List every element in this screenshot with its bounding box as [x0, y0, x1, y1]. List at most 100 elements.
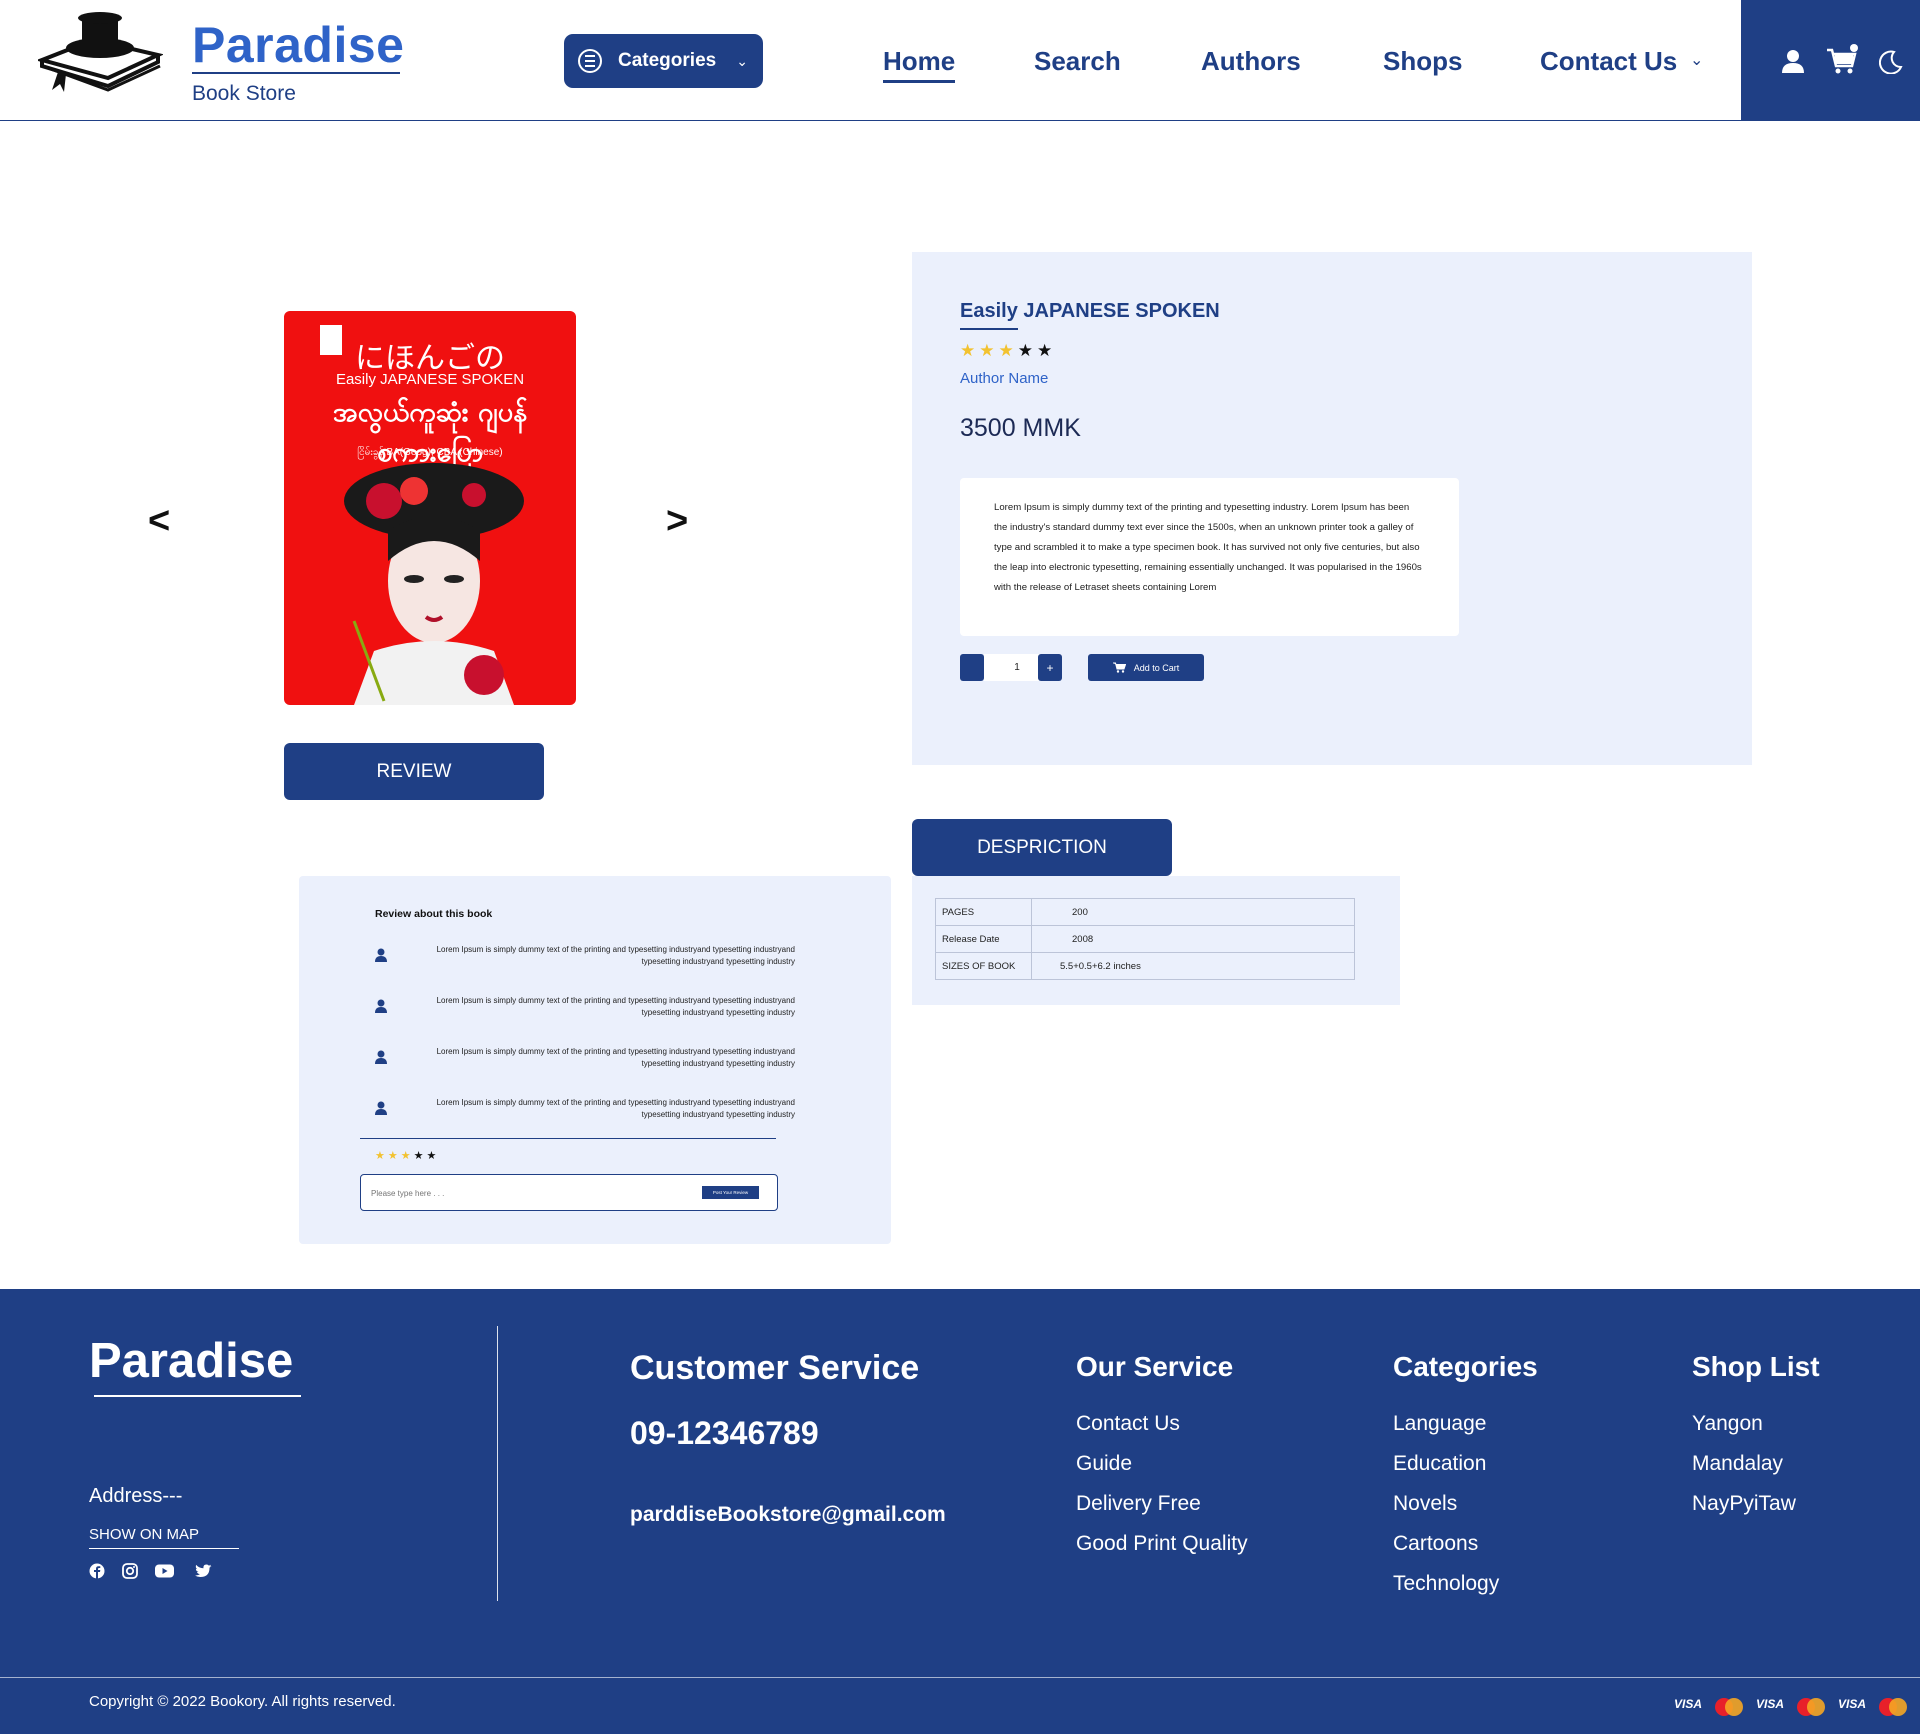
footer-bottom-divider: [0, 1677, 1920, 1678]
user-icon: [375, 948, 387, 962]
footer-link-cartoons[interactable]: Cartoons: [1393, 1529, 1499, 1569]
prev-arrow-icon[interactable]: <: [148, 500, 170, 543]
email-address[interactable]: parddiseBookstore@gmail.com: [630, 1503, 946, 1527]
user-icon: [375, 999, 387, 1013]
specs-panel: PAGES 200 Release Date 2008 SIZES OF BOO…: [912, 876, 1400, 1005]
map-link-underline: [89, 1548, 239, 1549]
star-filled-icon[interactable]: ★: [960, 342, 975, 359]
brand-name[interactable]: Paradise: [192, 16, 404, 74]
footer-address: Address---: [89, 1485, 183, 1507]
shop-list: Yangon Mandalay NayPyiTaw: [1692, 1409, 1796, 1529]
description-tab-button[interactable]: DESPRICTION: [912, 819, 1172, 876]
quantity-increment-button[interactable]: +: [1038, 654, 1062, 681]
spec-value: 5.5+0.5+6.2 inches: [1031, 952, 1355, 980]
visa-icon: VISA: [1674, 1697, 1703, 1711]
star-filled-icon[interactable]: ★: [979, 342, 994, 359]
footer-link-novels[interactable]: Novels: [1393, 1489, 1499, 1529]
product-rating-stars[interactable]: ★ ★ ★ ★ ★: [960, 342, 1052, 359]
nav-shops[interactable]: Shops: [1383, 46, 1462, 77]
book-cover-image: にほんごの Easily JAPANESE SPOKEN အလွယ်ကူဆုံး…: [284, 311, 576, 705]
site-footer: Paradise Address--- SHOW ON MAP Customer…: [0, 1289, 1920, 1734]
star-empty-icon[interactable]: ★: [1037, 342, 1052, 359]
footer-link-delivery-free[interactable]: Delivery Free: [1076, 1489, 1248, 1529]
star-filled-icon[interactable]: ★: [999, 342, 1014, 359]
book-hat-logo-icon[interactable]: [38, 10, 163, 95]
twitter-icon[interactable]: [195, 1563, 212, 1579]
shop-list-heading: Shop List: [1692, 1351, 1820, 1382]
nav-contact-us[interactable]: Contact Us: [1540, 46, 1677, 77]
footer-link-good-print-quality[interactable]: Good Print Quality: [1076, 1529, 1248, 1569]
spec-value: 200: [1031, 898, 1355, 926]
facebook-icon[interactable]: [89, 1563, 105, 1579]
author-link[interactable]: Author Name: [960, 370, 1048, 387]
table-row: SIZES OF BOOK 5.5+0.5+6.2 inches: [935, 952, 1355, 980]
brand-underline: [192, 72, 400, 74]
nav-home[interactable]: Home: [883, 46, 956, 83]
spec-value: 2008: [1031, 925, 1355, 953]
user-icon: [375, 1050, 387, 1064]
site-header: Paradise Book Store Categories ⌄ Home Se…: [0, 0, 1920, 121]
next-arrow-icon[interactable]: >: [666, 500, 688, 543]
instagram-icon[interactable]: [122, 1563, 138, 1579]
specs-table: PAGES 200 Release Date 2008 SIZES OF BOO…: [935, 898, 1355, 980]
review-input-box: Post Your Review: [360, 1174, 778, 1211]
chevron-down-icon: ⌄: [736, 52, 748, 69]
book-title: Easily JAPANESE SPOKEN: [960, 300, 1220, 322]
add-to-cart-label: Add to Cart: [1133, 662, 1180, 673]
spec-key: Release Date: [935, 925, 1032, 953]
star-empty-icon[interactable]: ★: [1018, 342, 1033, 359]
table-row: Release Date 2008: [935, 925, 1355, 953]
star-filled-icon[interactable]: ★: [401, 1151, 411, 1162]
categories-label: Categories: [618, 50, 717, 71]
categories-dropdown-button[interactable]: Categories ⌄: [564, 34, 763, 88]
footer-link-education[interactable]: Education: [1393, 1449, 1499, 1489]
footer-link-naypyitaw[interactable]: NayPyiTaw: [1692, 1489, 1796, 1529]
phone-number[interactable]: 09-12346789: [630, 1415, 819, 1452]
review-rating-input[interactable]: ★ ★ ★ ★ ★: [375, 1151, 436, 1162]
cart-icon[interactable]: [1825, 44, 1859, 76]
nav-authors[interactable]: Authors: [1201, 46, 1301, 77]
list-item: Lorem Ipsum is simply dummy text of the …: [375, 944, 795, 974]
divider: [360, 1138, 776, 1139]
nav-search[interactable]: Search: [1034, 46, 1121, 77]
footer-link-yangon[interactable]: Yangon: [1692, 1409, 1796, 1449]
review-text: Lorem Ipsum is simply dummy text of the …: [436, 1047, 795, 1068]
mastercard-icon: [1797, 1698, 1825, 1716]
footer-link-contact-us[interactable]: Contact Us: [1076, 1409, 1248, 1449]
spec-key: PAGES: [935, 898, 1032, 926]
footer-link-technology[interactable]: Technology: [1393, 1569, 1499, 1609]
mastercard-icon: [1715, 1698, 1743, 1716]
list-item: Lorem Ipsum is simply dummy text of the …: [375, 1097, 795, 1127]
star-filled-icon[interactable]: ★: [388, 1151, 398, 1162]
dark-mode-moon-icon[interactable]: [1879, 50, 1903, 74]
our-service-list: Contact Us Guide Delivery Free Good Prin…: [1076, 1409, 1248, 1569]
categories-list: Language Education Novels Cartoons Techn…: [1393, 1409, 1499, 1609]
show-on-map-link[interactable]: SHOW ON MAP: [89, 1526, 199, 1543]
footer-link-language[interactable]: Language: [1393, 1409, 1499, 1449]
review-tab-button[interactable]: REVIEW: [284, 743, 544, 800]
add-to-cart-button[interactable]: Add to Cart: [1088, 654, 1204, 681]
footer-link-mandalay[interactable]: Mandalay: [1692, 1449, 1796, 1489]
product-info-panel: Easily JAPANESE SPOKEN ★ ★ ★ ★ ★ Author Name…: [912, 252, 1752, 765]
customer-service-heading: Customer Service: [630, 1349, 920, 1387]
review-text-input[interactable]: [371, 1183, 671, 1203]
star-filled-icon[interactable]: ★: [375, 1151, 385, 1162]
cover-english-title: Easily JAPANESE SPOKEN: [335, 371, 525, 388]
star-empty-icon[interactable]: ★: [427, 1151, 437, 1162]
footer-brand-underline: [94, 1395, 301, 1397]
user-icon[interactable]: [1781, 48, 1805, 74]
list-item: Lorem Ipsum is simply dummy text of the …: [375, 1046, 795, 1076]
header-actions: [1741, 0, 1920, 120]
footer-brand[interactable]: Paradise: [89, 1333, 293, 1389]
list-item: Lorem Ipsum is simply dummy text of the …: [375, 995, 795, 1025]
youtube-icon[interactable]: [155, 1563, 174, 1579]
quantity-decrement-button[interactable]: [960, 654, 984, 681]
chevron-down-icon[interactable]: ⌄: [1690, 50, 1703, 70]
star-empty-icon[interactable]: ★: [414, 1151, 424, 1162]
footer-link-guide[interactable]: Guide: [1076, 1449, 1248, 1489]
categories-heading: Categories: [1393, 1351, 1538, 1382]
product-description: Lorem Ipsum is simply dummy text of the …: [960, 478, 1459, 636]
brand-subtitle: Book Store: [192, 82, 296, 105]
visa-icon: VISA: [1838, 1697, 1867, 1711]
post-review-button[interactable]: Post Your Review: [702, 1186, 759, 1199]
